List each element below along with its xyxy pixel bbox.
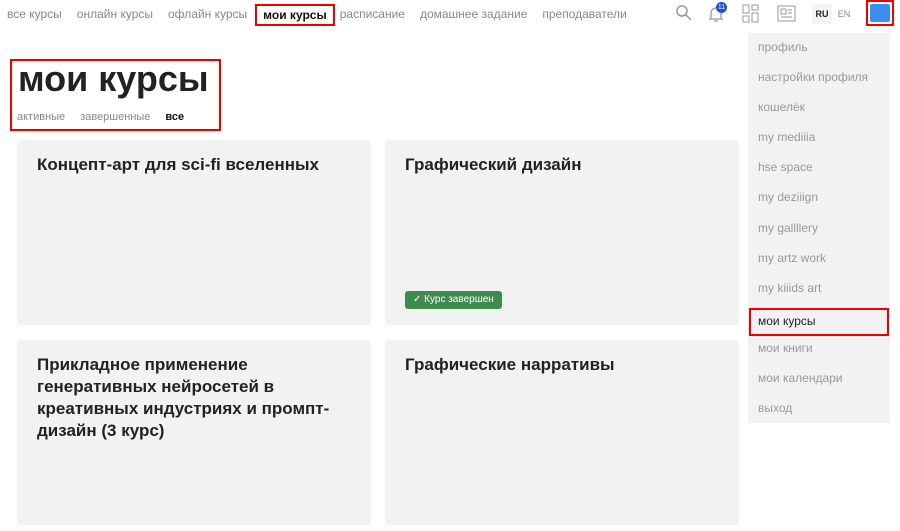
notifications-button[interactable]: 11 xyxy=(707,2,727,24)
menu-item[interactable]: настройки профиля xyxy=(748,69,890,99)
badge-label: Курс завершен xyxy=(424,294,494,305)
menu-item[interactable]: my artz work xyxy=(748,250,890,280)
course-card[interactable]: Прикладное применение генеративных нейро… xyxy=(17,340,371,525)
course-title: Прикладное применение генеративных нейро… xyxy=(37,355,330,440)
menu-item[interactable]: мои календари xyxy=(748,370,890,400)
avatar[interactable] xyxy=(866,0,894,26)
course-title: Концепт-арт для sci-fi вселенных xyxy=(37,155,319,174)
course-title: Графический дизайн xyxy=(405,155,582,174)
nav-all-courses[interactable]: все курсы xyxy=(7,6,70,24)
course-card[interactable]: Графический дизайн ✓ Курс завершен xyxy=(385,140,739,325)
nav-teachers[interactable]: преподаватели xyxy=(542,6,634,24)
nav-online-courses[interactable]: онлайн курсы xyxy=(77,6,161,24)
menu-item[interactable]: my mediiia xyxy=(748,129,890,159)
lang-ru[interactable]: RU xyxy=(812,4,832,24)
menu-item[interactable]: профиль xyxy=(748,39,890,69)
completed-badge: ✓ Курс завершен xyxy=(405,291,502,309)
nav-homework[interactable]: домашнее задание xyxy=(420,6,535,24)
page-title: мои курсы xyxy=(18,58,209,99)
menu-item[interactable]: my gallllery xyxy=(748,220,890,250)
course-card[interactable]: Графические нарративы xyxy=(385,340,739,525)
search-icon[interactable] xyxy=(675,4,693,22)
filter-active[interactable]: активные xyxy=(17,111,65,123)
menu-item-my-courses[interactable]: мои курсы xyxy=(749,307,889,336)
menu-item[interactable]: my kiiids art xyxy=(748,280,890,310)
profile-menu: профиль настройки профиля кошелёк my med… xyxy=(748,33,890,423)
menu-item[interactable]: hse space xyxy=(748,159,890,189)
nav-schedule[interactable]: расписание xyxy=(340,6,413,24)
menu-item[interactable]: мои книги xyxy=(748,340,890,370)
menu-item[interactable]: кошелёк xyxy=(748,99,890,129)
check-icon: ✓ xyxy=(413,294,425,305)
dashboard-icon[interactable] xyxy=(742,4,760,24)
page-header: мои курсы активные завершенные все xyxy=(10,59,221,131)
course-card[interactable]: Концепт-арт для sci-fi вселенных xyxy=(17,140,371,325)
menu-item[interactable]: my deziiign xyxy=(748,189,890,219)
lang-en[interactable]: EN xyxy=(834,4,854,24)
top-nav: все курсы онлайн курсы офлайн курсы мои … xyxy=(7,4,642,26)
notification-count: 11 xyxy=(716,2,727,13)
filter-completed[interactable]: завершенные xyxy=(80,111,150,123)
menu-item-logout[interactable]: выход xyxy=(748,400,890,430)
course-title: Графические нарративы xyxy=(405,355,615,374)
filter-all[interactable]: все xyxy=(165,111,184,123)
nav-offline-courses[interactable]: офлайн курсы xyxy=(168,6,255,24)
nav-my-courses[interactable]: мои курсы xyxy=(255,4,335,26)
news-icon[interactable] xyxy=(777,4,797,24)
